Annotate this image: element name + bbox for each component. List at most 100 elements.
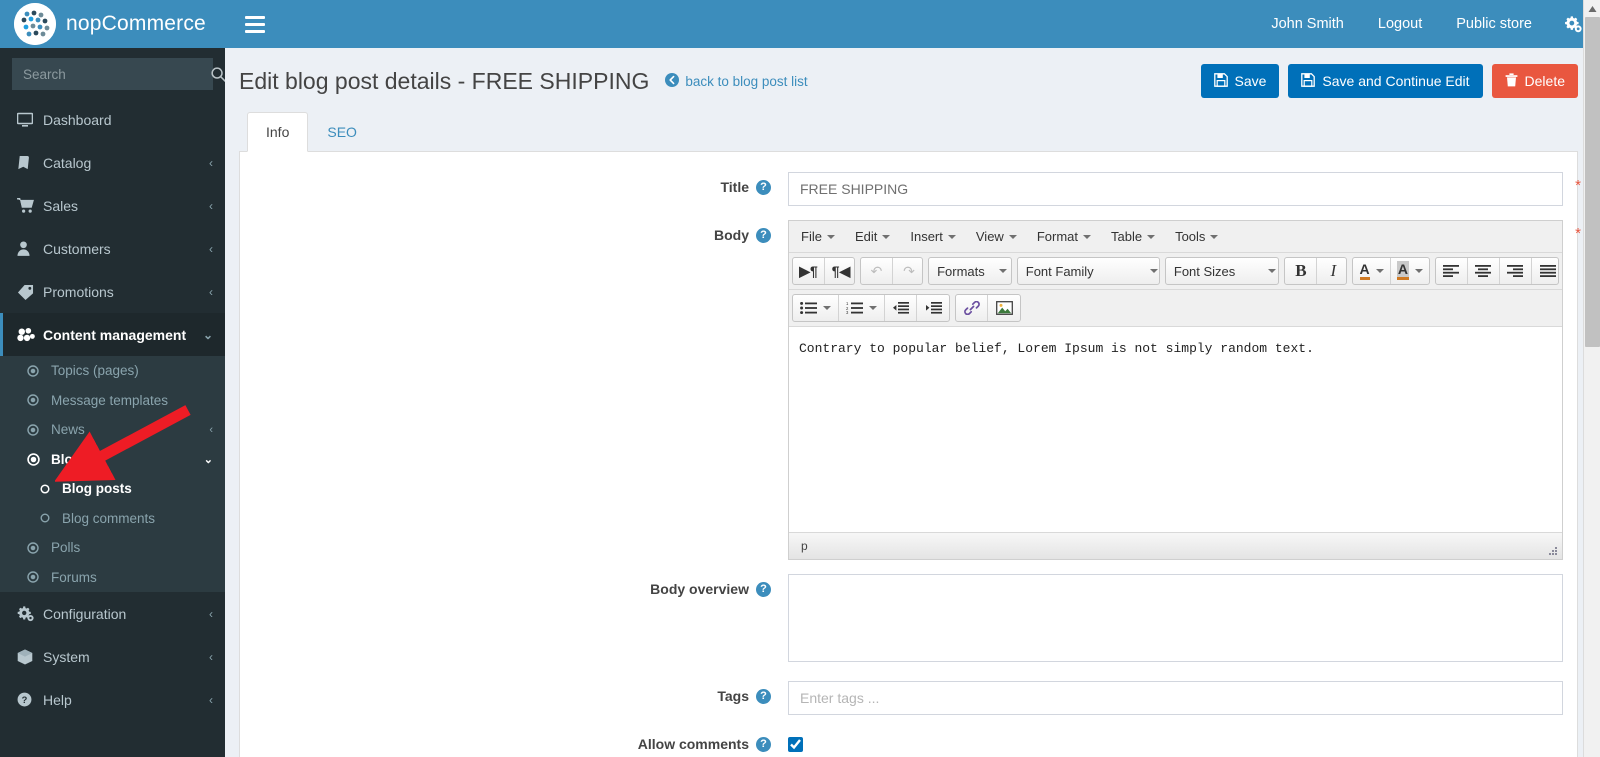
bullet-list-icon[interactable] [793,295,839,321]
save-button[interactable]: Save [1200,64,1280,98]
search-input[interactable] [13,66,210,82]
rtl-paragraph-icon[interactable]: ¶◀ [825,258,854,284]
outdent-icon[interactable] [885,295,917,321]
sidebar-item-content-management[interactable]: Content management ⌄ [0,313,225,356]
redo-icon[interactable]: ↷ [893,258,922,284]
editor-menu-file[interactable]: File [791,224,845,249]
sidebar-item-sales[interactable]: Sales ‹ [0,184,225,227]
body-field-wrap: * File Edit Insert View Format Table Too… [788,220,1581,560]
question-help-icon[interactable]: ? [756,228,771,243]
editor-menu-format[interactable]: Format [1027,224,1101,249]
sidebar-item-customers[interactable]: Customers ‹ [0,227,225,270]
sidebar-item-blog[interactable]: Blog ⌄ [0,445,225,475]
chevron-left-icon: ‹ [209,155,213,170]
header-buttons: Save Save and Continue Edit Delete [1200,64,1578,98]
nav-logout-link[interactable]: Logout [1361,0,1439,48]
button-label: Delete [1524,73,1565,89]
chevron-down-icon [826,234,835,239]
editor-menu-edit[interactable]: Edit [845,224,900,249]
color-group: A A [1352,257,1430,285]
tab-seo[interactable]: SEO [308,112,376,152]
sidebar-item-news[interactable]: News ‹ [0,415,225,445]
align-right-icon[interactable] [1500,258,1532,284]
scroll-up-arrow-icon[interactable] [1584,0,1600,17]
nav-bar: John Smith Logout Public store [225,0,1600,48]
sidebar-item-promotions[interactable]: Promotions ‹ [0,270,225,313]
page-scrollbar[interactable] [1583,0,1600,757]
editor-menu-table[interactable]: Table [1101,224,1165,249]
font-family-dropdown[interactable]: Font Family [1018,258,1159,284]
chevron-left-icon: ‹ [209,423,213,436]
formats-dropdown[interactable]: Formats [929,258,1011,284]
body-label: Body [714,227,749,243]
sidebar-menu: Dashboard Catalog ‹ Sales ‹ Customers ‹ … [0,98,225,721]
catalog-book-icon [17,155,43,170]
sidebar-item-message-templates[interactable]: Message templates [0,386,225,416]
editor-menu-tools[interactable]: Tools [1165,224,1228,249]
editor-content-area[interactable]: Contrary to popular belief, Lorem Ipsum … [789,327,1562,532]
nav-user-name[interactable]: John Smith [1254,0,1361,48]
circle-icon [40,513,62,523]
text-color-icon[interactable]: A [1353,258,1391,284]
chevron-left-icon: ‹ [209,241,213,256]
sidebar-item-help[interactable]: ? Help ‹ [0,678,225,721]
save-and-continue-edit-button[interactable]: Save and Continue Edit [1288,64,1483,98]
sidebar-label: Content management [43,326,187,343]
background-color-icon[interactable]: A [1391,258,1429,284]
sidebar-item-polls[interactable]: Polls [0,533,225,563]
editor-menu-view[interactable]: View [966,224,1027,249]
question-help-icon[interactable]: ? [756,689,771,704]
insert-link-icon[interactable] [956,295,988,321]
bold-icon[interactable]: B [1285,258,1318,284]
sidebar-label: Catalog [43,154,92,171]
back-to-blog-post-list-link[interactable]: back to blog post list [665,72,808,90]
sidebar-item-dashboard[interactable]: Dashboard [0,98,225,141]
search-icon[interactable] [210,59,225,89]
hamburger-menu-icon[interactable] [239,8,271,40]
question-help-icon[interactable]: ? [756,582,771,597]
question-help-icon[interactable]: ? [756,737,771,752]
chevron-left-icon: ‹ [209,284,213,299]
brand-logo[interactable]: nopCommerce [0,0,225,48]
floppy-save-icon [1213,72,1228,90]
delete-button[interactable]: Delete [1491,64,1578,98]
body-overview-textarea[interactable] [788,574,1563,662]
nav-right-group: John Smith Logout Public store [1254,0,1600,48]
question-help-icon[interactable]: ? [756,180,771,195]
sidebar-item-catalog[interactable]: Catalog ‹ [0,141,225,184]
chevron-down-icon [1210,234,1219,239]
insert-image-icon[interactable] [988,295,1020,321]
font-sizes-dropdown[interactable]: Font Sizes [1166,258,1279,284]
ltr-paragraph-icon[interactable]: ▶¶ [793,258,825,284]
editor-menubar: File Edit Insert View Format Table Tools [789,221,1562,253]
sidebar-item-blog-comments[interactable]: Blog comments [0,504,225,534]
tab-info[interactable]: Info [247,112,309,152]
title-label-group: Title ? [240,172,788,195]
editor-resize-handle[interactable] [1547,545,1558,556]
editor-menu-insert[interactable]: Insert [900,224,966,249]
indent-icon[interactable] [917,295,949,321]
align-left-icon[interactable] [1436,258,1468,284]
tags-input[interactable] [788,681,1563,715]
sidebar-item-blog-posts[interactable]: Blog posts [0,474,225,504]
sidebar-item-system[interactable]: System ‹ [0,635,225,678]
undo-icon[interactable]: ↶ [861,258,894,284]
nav-public-store-link[interactable]: Public store [1439,0,1549,48]
chevron-down-icon [1267,269,1276,273]
title-input[interactable] [788,172,1563,206]
sidebar-label: Configuration [43,605,127,622]
required-asterisk: * [1575,225,1581,242]
align-justify-icon[interactable] [1532,258,1558,284]
sidebar-item-forums[interactable]: Forums [0,563,225,593]
sidebar-item-topics-pages[interactable]: Topics (pages) [0,356,225,386]
align-center-icon[interactable] [1468,258,1500,284]
sidebar-label: Message templates [51,392,169,408]
chevron-down-icon [869,306,877,310]
allow-comments-checkbox[interactable] [788,737,803,752]
italic-icon[interactable]: I [1317,258,1346,284]
menu-label: Edit [854,229,878,244]
numbered-list-icon[interactable]: 123 [839,295,885,321]
button-label: Save [1234,73,1267,89]
sidebar-item-configuration[interactable]: Configuration ‹ [0,592,225,635]
scrollbar-thumb[interactable] [1585,17,1600,347]
